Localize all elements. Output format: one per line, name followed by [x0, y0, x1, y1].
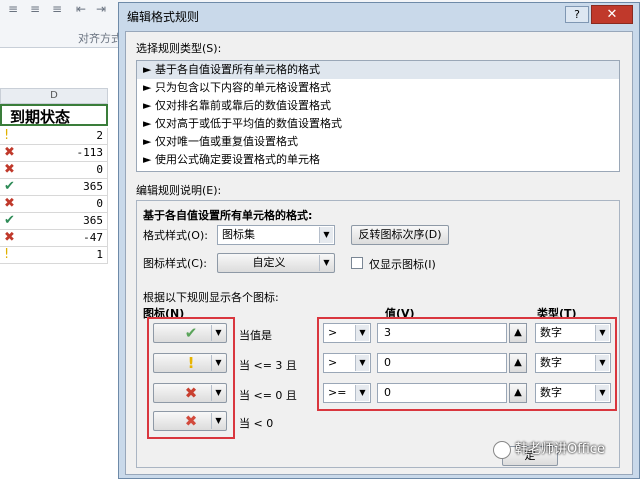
green-check-icon: ✔ [4, 179, 15, 194]
exclamation-icon: ! [4, 128, 10, 143]
cell-value: 1 [96, 248, 103, 261]
status-cell[interactable]: ✖ -113 [0, 145, 108, 162]
reverse-icon-order-button[interactable]: 反转图标次序(D) [351, 225, 449, 245]
align-right-icon[interactable]: ≡ [52, 2, 62, 16]
icon-style-select[interactable]: 自定义 ▼ [217, 253, 335, 273]
rule-description-panel: 基于各自值设置所有单元格的格式: 格式样式(O): 图标集 ▼ 反转图标次序(D… [136, 200, 620, 468]
align-center-icon[interactable]: ≡ [30, 2, 40, 16]
show-icon-only-checkbox[interactable] [351, 257, 363, 269]
red-cross-icon: ✖ [4, 145, 15, 160]
rule-type-item[interactable]: ► 只为包含以下内容的单元格设置格式 [137, 79, 619, 97]
exclamation-icon: ! [4, 247, 10, 262]
ribbon-group-alignment: 对齐方式 [78, 32, 122, 45]
help-button[interactable]: ? [565, 6, 589, 23]
condition-label-2: 当 <= 3 且 [239, 359, 297, 372]
red-circle-cross-icon: ✖ [4, 196, 15, 211]
close-button[interactable]: ✕ [591, 5, 633, 24]
status-cell[interactable]: ✖ 0 [0, 196, 108, 213]
format-style-select[interactable]: 图标集 ▼ [217, 225, 335, 245]
rules-display-label: 根据以下规则显示各个图标: [143, 291, 279, 304]
cell-value: 365 [83, 180, 103, 193]
rule-type-item[interactable]: ► 仅对高于或低于平均值的数值设置格式 [137, 115, 619, 133]
dialog-titlebar[interactable]: 编辑格式规则 ? ✕ [119, 3, 639, 27]
increase-indent-icon[interactable]: ⇥ [96, 2, 106, 16]
condition-label-3: 当 <= 0 且 [239, 389, 297, 402]
cell-value: 0 [96, 163, 103, 176]
decrease-indent-icon[interactable]: ⇤ [76, 2, 86, 16]
cell-value: 0 [96, 197, 103, 210]
dialog-body: 选择规则类型(S): ► 基于各自值设置所有单元格的格式 ► 只为包含以下内容的… [125, 31, 633, 475]
status-cell[interactable]: ✖ -47 [0, 230, 108, 247]
cell-value: -47 [83, 231, 103, 244]
status-header-cell[interactable]: 到期状态 [0, 104, 108, 126]
rule-type-list[interactable]: ► 基于各自值设置所有单元格的格式 ► 只为包含以下内容的单元格设置格式 ► 仅… [136, 60, 620, 172]
format-all-label: 基于各自值设置所有单元格的格式: [143, 209, 313, 222]
cell-value: -113 [76, 146, 104, 159]
select-rule-type-label: 选择规则类型(S): [136, 42, 222, 55]
edit-desc-label: 编辑规则说明(E): [136, 184, 222, 197]
watermark-text: 韩老师讲Office [515, 442, 605, 457]
align-left-icon[interactable]: ≡ [8, 2, 18, 16]
icon-style-value: 自定义 [252, 256, 286, 269]
value-column-highlight [317, 317, 617, 411]
condition-label-1: 当值是 [239, 329, 272, 342]
cell-value: 2 [96, 129, 103, 142]
status-cell[interactable]: ✔ 365 [0, 213, 108, 230]
green-check-icon: ✔ [4, 213, 15, 228]
rule-type-item[interactable]: ► 使用公式确定要设置格式的单元格 [137, 151, 619, 169]
chevron-down-icon: ▼ [319, 227, 333, 243]
icon-style-label: 图标样式(C): [143, 257, 207, 270]
dialog-title: 编辑格式规则 [127, 10, 200, 24]
icon-column-highlight [147, 317, 235, 439]
red-circle-cross-icon: ✖ [4, 162, 15, 177]
rule-type-item[interactable]: ► 仅对排名靠前或靠后的数值设置格式 [137, 97, 619, 115]
edit-format-rule-dialog: 编辑格式规则 ? ✕ 选择规则类型(S): ► 基于各自值设置所有单元格的格式 … [118, 2, 640, 479]
status-cell[interactable]: ! 1 [0, 247, 108, 264]
rule-type-item[interactable]: ► 仅对唯一值或重复值设置格式 [137, 133, 619, 151]
status-cell[interactable]: ✔ 365 [0, 179, 108, 196]
cell-value: 365 [83, 214, 103, 227]
chevron-down-icon: ▼ [319, 255, 333, 271]
status-cell[interactable]: ✖ 0 [0, 162, 108, 179]
condition-label-4: 当 < 0 [239, 417, 274, 430]
format-style-label: 格式样式(O): [143, 229, 208, 242]
column-header-d[interactable]: D [0, 88, 108, 104]
show-icon-only-label: 仅显示图标(I) [369, 258, 436, 271]
watermark: 韩老师讲Office [489, 439, 635, 461]
red-cross-icon: ✖ [4, 230, 15, 245]
status-cell[interactable]: ! 2 [0, 128, 108, 145]
wechat-logo-icon [493, 441, 511, 459]
format-style-value: 图标集 [222, 228, 255, 241]
rule-type-item[interactable]: ► 基于各自值设置所有单元格的格式 [137, 61, 619, 79]
